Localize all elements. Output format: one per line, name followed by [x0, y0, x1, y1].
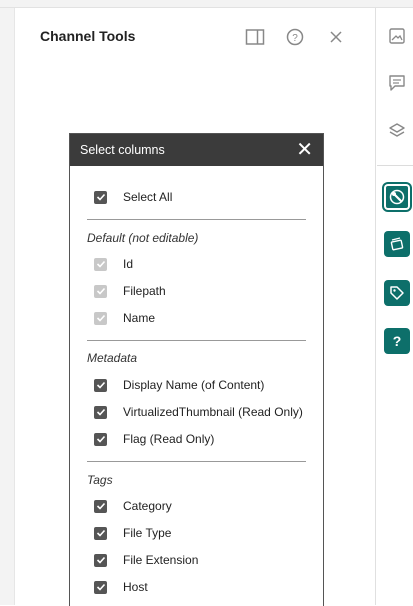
- checkbox-checked[interactable]: [94, 580, 107, 594]
- option-label: Display Name (of Content): [123, 378, 265, 392]
- section-label-tags: Tags: [87, 473, 113, 487]
- column-option-file-type[interactable]: File Type: [94, 524, 171, 542]
- option-label: File Type: [123, 526, 172, 540]
- checkbox-checked[interactable]: [94, 378, 107, 392]
- option-label: Filepath: [123, 284, 166, 298]
- svg-text:?: ?: [292, 33, 298, 44]
- option-label: Select All: [123, 190, 173, 204]
- checkbox-checked[interactable]: [94, 405, 107, 419]
- section-label-metadata: Metadata: [87, 351, 138, 365]
- column-option-category[interactable]: Category: [94, 497, 172, 515]
- column-option-display-name[interactable]: Display Name (of Content): [94, 376, 264, 394]
- dialog-close-icon[interactable]: ✕: [296, 140, 313, 160]
- svg-text:?: ?: [393, 333, 402, 349]
- layers-icon[interactable]: [384, 118, 410, 144]
- divider: [87, 219, 306, 220]
- option-label: Id: [123, 257, 134, 271]
- option-label: Category: [123, 499, 172, 513]
- select-all-option[interactable]: Select All: [94, 188, 172, 206]
- help-icon[interactable]: ?: [384, 328, 410, 354]
- column-option-filepath: Filepath: [94, 282, 166, 300]
- dialog-title: Select columns: [80, 143, 165, 157]
- help-circle-icon[interactable]: ?: [284, 26, 306, 48]
- column-option-id: Id: [94, 255, 133, 273]
- option-label: VirtualizedThumbnail (Read Only): [123, 405, 303, 419]
- rail-divider: [377, 165, 413, 166]
- divider: [87, 340, 306, 341]
- column-option-host[interactable]: Host: [94, 578, 148, 596]
- column-option-name: Name: [94, 309, 155, 327]
- right-tool-rail: ?: [377, 8, 413, 605]
- section-label-default: Default (not editable): [87, 231, 199, 245]
- image-icon[interactable]: [384, 23, 410, 49]
- option-label: Flag (Read Only): [123, 432, 215, 446]
- checkbox-checked[interactable]: [94, 190, 107, 204]
- tools-icon[interactable]: [384, 184, 410, 210]
- checkbox-checked[interactable]: [94, 526, 107, 540]
- panel-toggle-icon[interactable]: [244, 26, 266, 48]
- option-label: Host: [123, 580, 148, 594]
- checkbox-disabled: [94, 311, 107, 325]
- checkbox-disabled: [94, 257, 107, 271]
- column-option-virtualized-thumbnail[interactable]: VirtualizedThumbnail (Read Only): [94, 403, 303, 421]
- option-label: Name: [123, 311, 156, 325]
- tag-icon[interactable]: [384, 280, 410, 306]
- checkbox-disabled: [94, 284, 107, 298]
- divider: [87, 461, 306, 462]
- panel-title: Channel Tools: [40, 28, 136, 44]
- select-columns-dialog: Select columns ✕ Select All Default (not…: [69, 133, 324, 606]
- dialog-header: Select columns ✕: [70, 134, 323, 166]
- channel-icon[interactable]: [384, 231, 410, 257]
- window-top-strip: [0, 0, 413, 8]
- comment-icon[interactable]: [384, 70, 410, 96]
- checkbox-checked[interactable]: [94, 499, 107, 513]
- checkbox-checked[interactable]: [94, 432, 107, 446]
- close-icon[interactable]: [325, 26, 347, 48]
- option-label: File Extension: [123, 553, 199, 567]
- left-gutter: [0, 8, 15, 605]
- checkbox-checked[interactable]: [94, 553, 107, 567]
- column-option-file-extension[interactable]: File Extension: [94, 551, 198, 569]
- column-option-flag[interactable]: Flag (Read Only): [94, 430, 214, 448]
